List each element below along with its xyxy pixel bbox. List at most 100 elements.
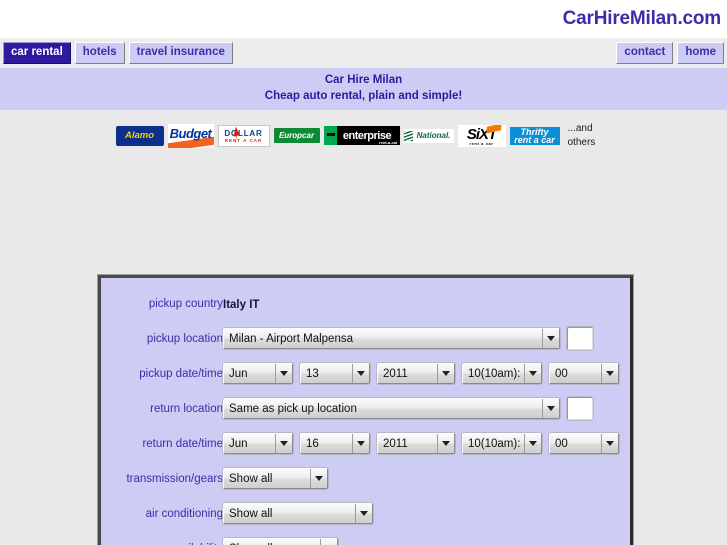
chevron-down-icon[interactable] [524,434,541,453]
label-air-conditioning: air conditioning [145,507,223,520]
europcar-logo: Europcar [273,128,320,143]
budget-logo: Budget [167,123,214,148]
nav-item-home[interactable]: home [677,42,724,64]
return-month-select[interactable]: Jun [223,433,293,454]
nav-item-travel-insurance[interactable]: travel insurance [128,42,233,64]
label-return-datetime: return date/time [142,437,223,450]
chevron-down-icon[interactable] [524,364,541,383]
label-transmission: transmission/gears [126,472,223,485]
field-return-location: Same as pick up location [223,391,630,426]
pickup-minute-select[interactable]: 00 [549,363,619,384]
chevron-down-icon[interactable] [355,504,372,523]
return-hour-value: 10(10am): [468,437,521,450]
return-hour-select[interactable]: 10(10am): [462,433,542,454]
chevron-down-icon[interactable] [542,399,559,418]
sixt-logo-subtext: rent a car [469,140,494,146]
dollar-logo-text: DOLLAR [224,128,263,138]
return-month-value: Jun [229,437,248,450]
national-wave-icon [403,130,413,141]
page-body: Alamo Budget DOLLAR RENT A CAR Europcar … [0,110,727,545]
dollar-logo-subtext: RENT A CAR [224,137,263,143]
budget-logo-text: Budget [169,125,212,141]
chevron-down-icon[interactable] [352,434,369,453]
national-logo: National. [403,128,454,143]
return-day-select[interactable]: 16 [300,433,370,454]
form-row-return-datetime: return date/time Jun 16 2011 10(10am): 0… [101,426,630,461]
chevron-down-icon[interactable] [601,434,618,453]
return-minute-value: 00 [555,437,568,450]
return-year-select[interactable]: 2011 [377,433,455,454]
tagline-line-2: Cheap auto rental, plain and simple! [264,90,463,102]
enterprise-mark-icon [323,126,337,145]
return-minute-select[interactable]: 00 [549,433,619,454]
chevron-down-icon[interactable] [352,364,369,383]
nav-item-hotels[interactable]: hotels [74,42,125,64]
enterprise-logo: enterprise rent-a-car [323,126,400,145]
tagline-line-1: Car Hire Milan [324,74,403,86]
chevron-down-icon[interactable] [437,434,454,453]
pickup-day-value: 13 [306,367,319,380]
nav-group-right: contact home [616,42,724,64]
and-others-line-2: others [567,136,596,148]
pickup-year-select[interactable]: 2011 [377,363,455,384]
form-row-availability: availability Show all [101,531,630,545]
field-transmission: Show all [223,461,630,496]
alamo-logo: Alamo [115,125,164,146]
search-form-table: pickup country Italy IT pickup location … [101,286,630,545]
label-pickup-datetime: pickup date/time [139,367,223,380]
transmission-value: Show all [229,472,273,485]
and-others-line-1: ...and [567,122,593,134]
field-pickup-location: Milan - Airport Malpensa [223,321,630,356]
form-row-return-location: return location Same as pick up location [101,391,630,426]
chevron-down-icon[interactable] [542,329,559,348]
nav-item-contact[interactable]: contact [616,42,674,64]
pickup-hour-value: 10(10am): [468,367,521,380]
transmission-select[interactable]: Show all [223,468,328,489]
sixt-orange-stroke [485,124,502,134]
pickup-month-value: Jun [229,367,248,380]
form-row-pickup-datetime: pickup date/time Jun 13 2011 10(10am): 0… [101,356,630,391]
chevron-down-icon[interactable] [275,434,292,453]
chevron-down-icon[interactable] [601,364,618,383]
form-row-air-conditioning: air conditioning Show all [101,496,630,531]
chevron-down-icon[interactable] [310,469,327,488]
availability-value: Show all [224,539,320,545]
return-location-select[interactable]: Same as pick up location [223,398,560,419]
availability-select[interactable]: Show all [223,538,338,545]
return-year-value: 2011 [383,437,408,450]
form-row-pickup-location: pickup location Milan - Airport Malpensa [101,321,630,356]
field-pickup-country: Italy IT [223,286,630,321]
air-conditioning-select[interactable]: Show all [223,503,373,524]
tagline-band: Car Hire Milan Cheap auto rental, plain … [0,68,727,110]
label-return-location: return location [150,402,223,415]
return-location-selected-value: Same as pick up location [229,402,357,415]
pickup-year-value: 2011 [383,367,408,380]
rental-company-logo-strip: Alamo Budget DOLLAR RENT A CAR Europcar … [0,110,727,153]
and-others-text: ...and others [568,121,612,151]
return-location-extra-input[interactable] [567,397,593,420]
car-rental-search-form: pickup country Italy IT pickup location … [97,274,634,545]
thrifty-logo-subtext: rent a car [514,134,555,145]
value-pickup-country: Italy IT [223,298,260,311]
pickup-location-selected-value: Milan - Airport Malpensa [229,332,353,345]
field-return-datetime: Jun 16 2011 10(10am): 00 [223,426,630,461]
enterprise-logo-subtext: rent-a-car [379,140,398,145]
pickup-minute-value: 00 [555,367,568,380]
form-row-pickup-country: pickup country Italy IT [101,286,630,321]
pickup-day-select[interactable]: 13 [300,363,370,384]
pickup-hour-select[interactable]: 10(10am): [462,363,542,384]
chevron-down-icon[interactable] [320,539,337,545]
chevron-down-icon[interactable] [437,364,454,383]
label-availability: availability [101,531,223,545]
label-pickup-country: pickup country [148,297,223,310]
chevron-down-icon[interactable] [275,364,292,383]
field-pickup-datetime: Jun 13 2011 10(10am): 00 [223,356,630,391]
thrifty-logo: Thrifty rent a car [509,126,560,145]
site-title: CarHireMilan.com [562,8,722,29]
nav-item-car-rental[interactable]: car rental [3,42,71,64]
air-conditioning-value: Show all [229,507,273,520]
form-row-transmission: transmission/gears Show all [101,461,630,496]
pickup-location-extra-input[interactable] [567,327,593,350]
pickup-month-select[interactable]: Jun [223,363,293,384]
pickup-location-select[interactable]: Milan - Airport Malpensa [223,328,560,349]
